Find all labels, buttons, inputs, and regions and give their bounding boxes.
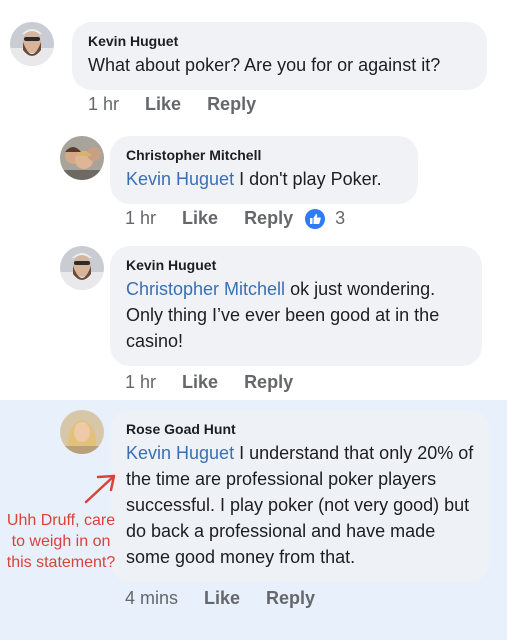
comment-author[interactable]: Kevin Huguet	[126, 256, 466, 274]
like-button[interactable]: Like	[182, 208, 218, 229]
avatar-kevin-huguet[interactable]	[60, 246, 104, 290]
comment-body: I don't play Poker.	[234, 169, 382, 189]
like-button[interactable]: Like	[182, 372, 218, 393]
reaction-summary[interactable]: 3	[305, 208, 345, 229]
mention-link[interactable]: Christopher Mitchell	[126, 279, 285, 299]
comment-author[interactable]: Christopher Mitchell	[126, 146, 402, 164]
comment-time[interactable]: 1 hr	[88, 94, 119, 115]
avatar-rose-goad-hunt[interactable]	[60, 410, 104, 454]
comment-time[interactable]: 1 hr	[125, 372, 156, 393]
comment-time[interactable]: 4 mins	[125, 588, 178, 609]
comment-actions: 1 hr Like Reply 3	[125, 208, 345, 229]
avatar-kevin-huguet[interactable]	[10, 22, 54, 66]
comment-author[interactable]: Kevin Huguet	[88, 32, 471, 50]
like-button[interactable]: Like	[204, 588, 240, 609]
comment-actions: 1 hr Like Reply	[125, 372, 319, 393]
avatar-christopher-mitchell[interactable]	[60, 136, 104, 180]
comment-bubble: Kevin Huguet Christopher Mitchell ok jus…	[110, 246, 482, 366]
comment-time[interactable]: 1 hr	[125, 208, 156, 229]
comment-author[interactable]: Rose Goad Hunt	[126, 420, 474, 438]
thumbs-up-icon	[305, 208, 326, 229]
annotation-note: Uhh Druff, care to weigh in on this stat…	[6, 512, 116, 571]
comment-text: Kevin Huguet I don't play Poker.	[126, 166, 402, 192]
comment-bubble: Kevin Huguet What about poker? Are you f…	[72, 22, 487, 90]
reply-button[interactable]: Reply	[207, 94, 256, 115]
reply-button[interactable]: Reply	[244, 372, 293, 393]
comment-text: Christopher Mitchell ok just wondering. …	[126, 276, 466, 354]
comment-text: What about poker? Are you for or against…	[88, 55, 441, 75]
reply-button[interactable]: Reply	[266, 588, 315, 609]
comment-text: Kevin Huguet I understand that only 20% …	[126, 440, 474, 570]
like-button[interactable]: Like	[145, 94, 181, 115]
mention-link[interactable]: Kevin Huguet	[126, 443, 234, 463]
reaction-count: 3	[335, 208, 346, 228]
annotation-arrow-icon	[84, 474, 116, 504]
reply-button[interactable]: Reply	[244, 208, 293, 229]
comment-actions: 4 mins Like Reply	[125, 588, 341, 609]
mention-link[interactable]: Kevin Huguet	[126, 169, 234, 189]
comment-actions: 1 hr Like Reply	[88, 94, 282, 115]
comment-bubble: Rose Goad Hunt Kevin Huguet I understand…	[110, 410, 490, 582]
comment-bubble: Christopher Mitchell Kevin Huguet I don'…	[110, 136, 418, 204]
